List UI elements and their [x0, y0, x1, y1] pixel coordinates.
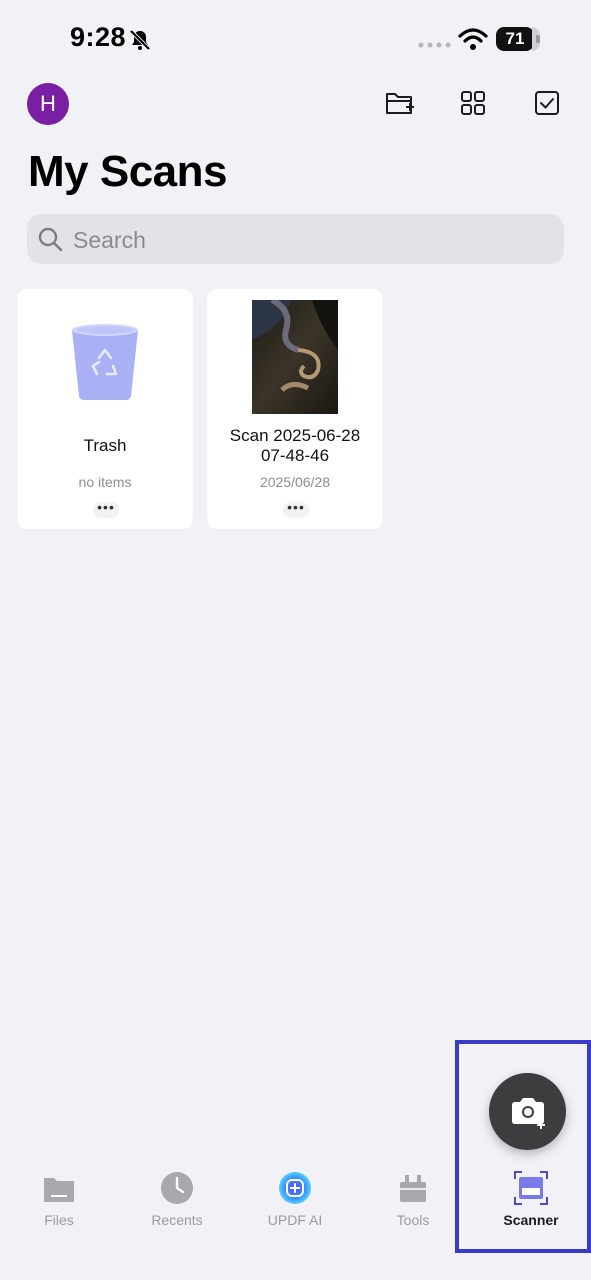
- scan-file-card[interactable]: Scan 2025-06-28 07-48-46 2025/06/28 •••: [207, 289, 383, 529]
- page-title: My Scans: [28, 147, 227, 196]
- scan-file-name-line2: 07-48-46: [260, 446, 330, 465]
- tab-label: UPDF AI: [267, 1212, 323, 1228]
- ai-assistant-icon: [279, 1172, 311, 1204]
- trash-card[interactable]: Trash no items •••: [17, 289, 193, 529]
- trash-more-button[interactable]: •••: [93, 500, 119, 518]
- trash-item-count: no items: [78, 474, 132, 490]
- scan-thumbnail: [252, 300, 338, 414]
- select-checkbox-icon[interactable]: [532, 88, 562, 118]
- tab-recents[interactable]: Recents: [122, 1170, 232, 1228]
- search-input[interactable]: [71, 214, 555, 266]
- search-icon: [38, 227, 63, 252]
- bell-muted-icon: [129, 29, 151, 51]
- battery-level: 71: [496, 27, 534, 51]
- tab-updf-ai[interactable]: UPDF AI: [240, 1170, 350, 1228]
- wifi-icon: [458, 28, 488, 50]
- tab-label: Tools: [396, 1212, 430, 1228]
- status-time: 9:28: [70, 22, 127, 52]
- highlight-box: [455, 1040, 591, 1253]
- avatar[interactable]: H: [27, 83, 69, 125]
- new-folder-icon[interactable]: [384, 88, 414, 118]
- cellular-signal-icon: [418, 42, 451, 48]
- tab-files[interactable]: Files: [4, 1170, 114, 1228]
- grid-view-icon[interactable]: [458, 88, 488, 118]
- clock-icon: [161, 1172, 193, 1204]
- scan-file-date: 2025/06/28: [259, 474, 331, 490]
- tab-tools[interactable]: Tools: [358, 1170, 468, 1228]
- battery-indicator: 71: [496, 27, 540, 51]
- trash-bin-icon: [72, 324, 138, 400]
- trash-name: Trash: [83, 436, 127, 455]
- toolbox-icon: [400, 1175, 426, 1202]
- search-bar[interactable]: [27, 214, 564, 266]
- scan-file-more-button[interactable]: •••: [283, 500, 309, 518]
- tab-label: Files: [44, 1212, 74, 1228]
- scan-file-name-line1: Scan 2025-06-28: [229, 426, 361, 445]
- tab-label: Recents: [151, 1212, 203, 1228]
- folder-icon: [44, 1178, 74, 1202]
